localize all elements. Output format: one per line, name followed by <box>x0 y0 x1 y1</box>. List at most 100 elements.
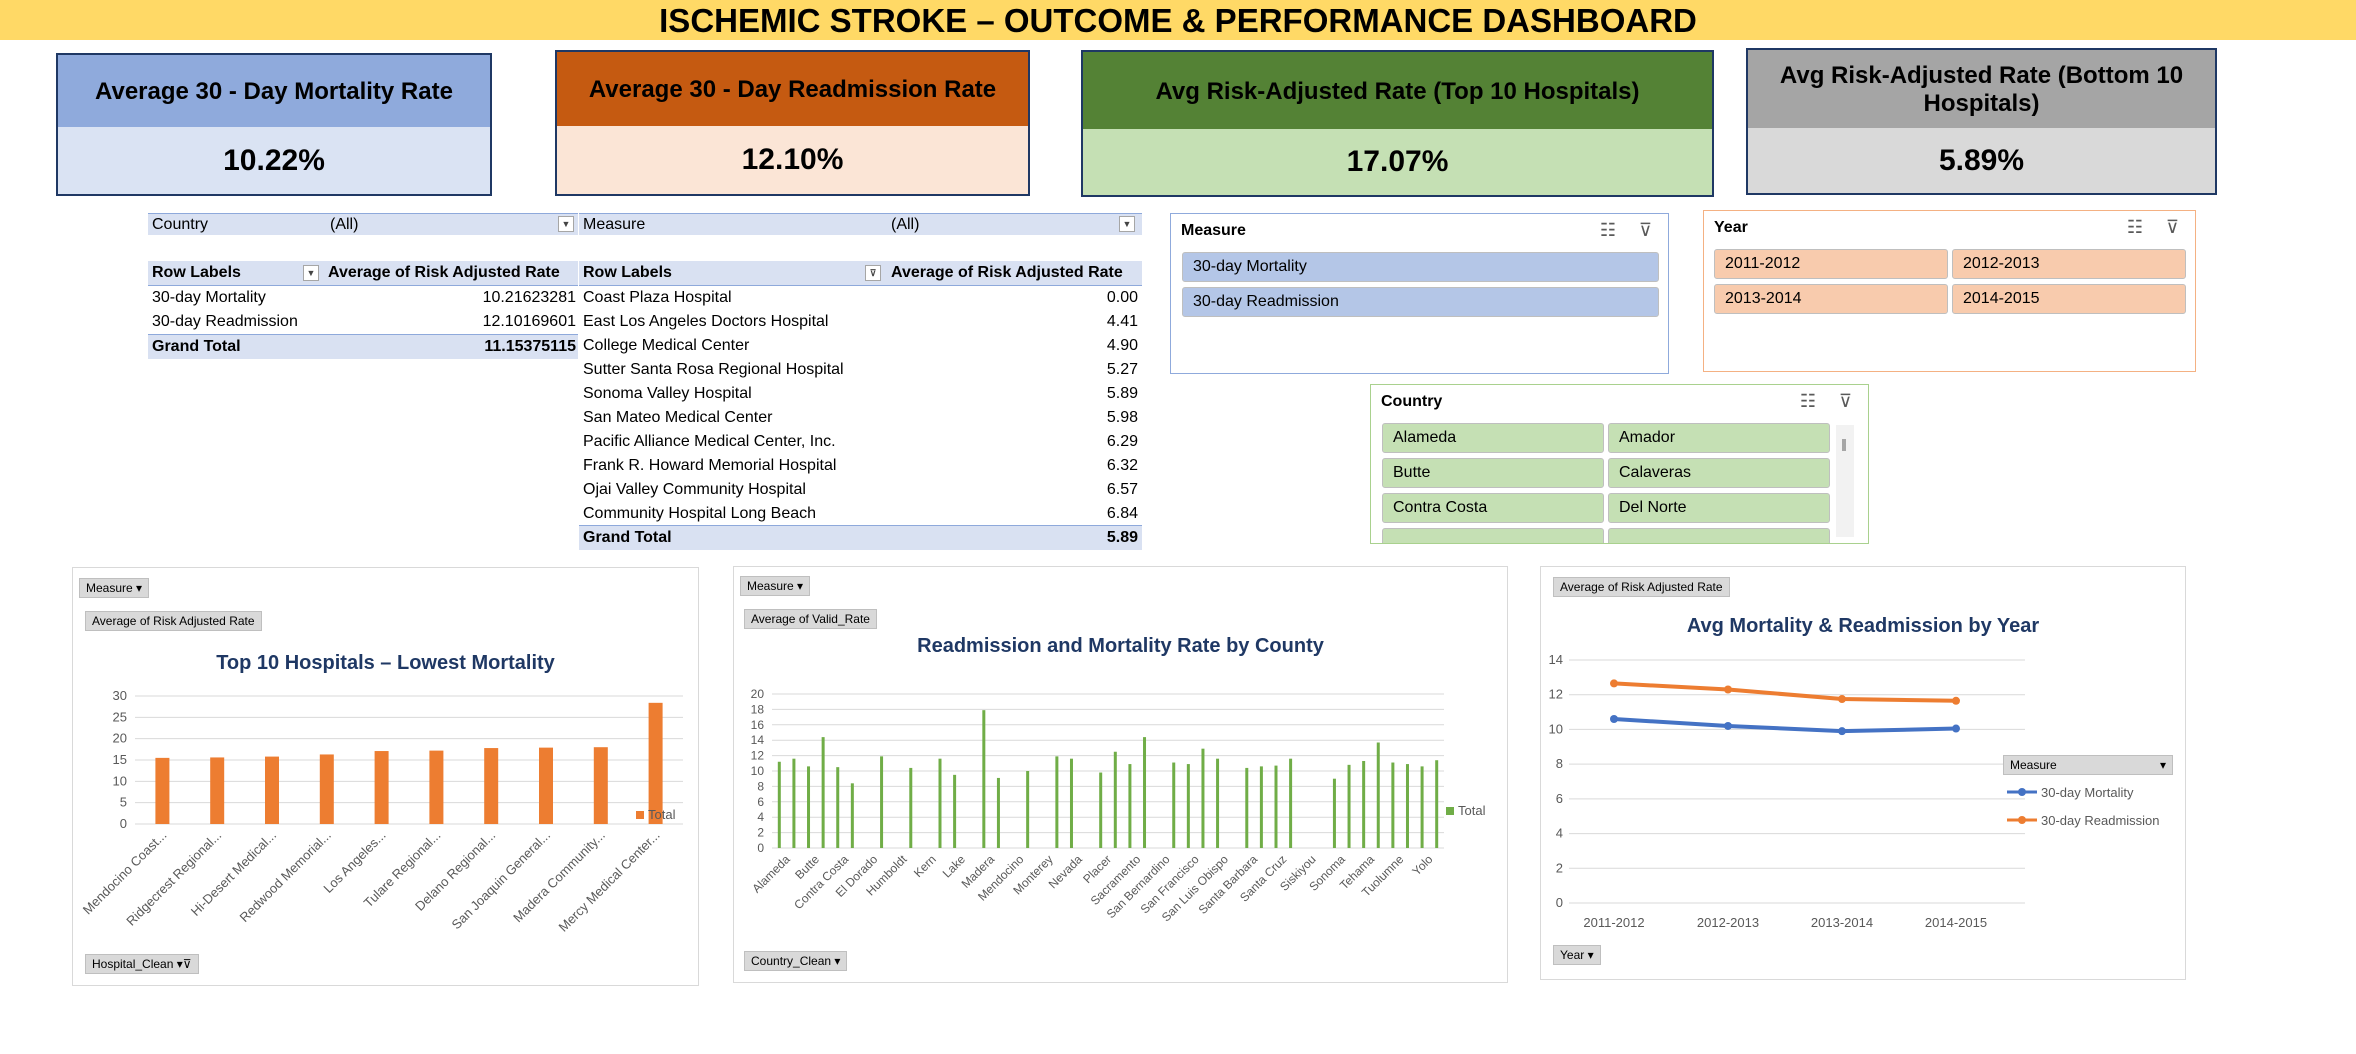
slicer-scrollbar[interactable] <box>1836 425 1854 537</box>
slicer-item-partial[interactable] <box>1608 528 1830 543</box>
slicer-item[interactable]: 2011-2012 <box>1714 249 1948 279</box>
data-point <box>1838 727 1846 736</box>
pivot2-row-value: 0.00 <box>1106 289 1138 306</box>
slicer-title: Country <box>1381 393 1443 410</box>
kpi-card-bottom10: Avg Risk-Adjusted Rate (Bottom 10 Hospit… <box>1746 48 2217 195</box>
slicer-item[interactable]: 2012-2013 <box>1952 249 2186 279</box>
bar <box>792 758 796 848</box>
slicer-item[interactable]: Alameda <box>1382 423 1604 453</box>
legend-swatch <box>636 811 644 819</box>
slicer-item[interactable]: 2014-2015 <box>1952 284 2186 314</box>
multi-select-icon[interactable]: ☷ <box>2127 217 2143 238</box>
legend-label: Total <box>648 807 676 822</box>
kpi-value: 5.89% <box>1748 128 2215 193</box>
chart2-axis-field-button[interactable]: Country_Clean ▾ <box>744 951 848 971</box>
chart3-legend-field-button[interactable]: Measure ▾ <box>2003 755 2173 775</box>
pivot2-row-value: 6.29 <box>1106 433 1138 450</box>
dropdown-arrow-icon: ▾ <box>834 954 841 968</box>
bar <box>1435 760 1439 848</box>
slicer-title: Year <box>1714 219 1748 236</box>
y-tick-label: 8 <box>757 779 764 793</box>
pivot1-filter-value: (All) <box>330 216 359 233</box>
bar <box>1332 778 1336 848</box>
pivot1-grand-total-row: Grand Total 11.15375115 <box>148 334 578 359</box>
y-tick-label: 15 <box>113 752 127 767</box>
y-tick-label: 10 <box>1549 721 1563 736</box>
bar <box>1362 760 1366 848</box>
pivot2-row-value: 5.27 <box>1106 361 1138 378</box>
pivot1-row: 30-day Readmission 12.10169601 <box>148 310 578 334</box>
y-tick-label: 12 <box>751 749 765 763</box>
x-tick-label: Redwood Memorial... <box>236 828 333 925</box>
slicer-item[interactable]: Calaveras <box>1608 458 1830 488</box>
pivot1-row-value: 12.10169601 <box>482 313 576 330</box>
bar <box>1113 751 1117 848</box>
data-point <box>1952 696 1960 705</box>
pivot2-row-label: College Medical Center <box>583 337 750 354</box>
filter-dropdown-icon[interactable]: ▼ <box>303 265 319 281</box>
slicer-item[interactable]: 2013-2014 <box>1714 284 1948 314</box>
bar <box>539 747 553 824</box>
slicer-item[interactable]: Amador <box>1608 423 1830 453</box>
kpi-label: Average 30 - Day Mortality Rate <box>58 55 490 131</box>
x-tick-label: Alameda <box>749 852 793 896</box>
legend-marker <box>2018 788 2026 796</box>
multi-select-icon[interactable]: ☷ <box>1600 220 1616 241</box>
data-point <box>1610 715 1618 724</box>
bar <box>996 777 1000 848</box>
pivot2-row: Community Hospital Long Beach 6.84 <box>579 502 1142 526</box>
pivot2-row: Sonoma Valley Hospital 5.89 <box>579 382 1142 406</box>
y-tick-label: 4 <box>757 810 764 824</box>
y-tick-label: 20 <box>751 687 765 701</box>
bar <box>319 754 334 824</box>
series-line <box>1613 681 1957 703</box>
pivot2-row-value: 6.57 <box>1106 481 1138 498</box>
bar <box>1245 767 1249 848</box>
y-tick-label: 6 <box>757 795 764 809</box>
scrollbar-thumb[interactable] <box>1842 439 1846 451</box>
chart3-axis-field-button[interactable]: Year ▾ <box>1553 945 1601 965</box>
slicer-item[interactable]: 30-day Readmission <box>1182 287 1659 317</box>
pivot2-row-value: 6.32 <box>1106 457 1138 474</box>
bar <box>938 758 942 848</box>
pivot2-row: Sutter Santa Rosa Regional Hospital 5.27 <box>579 358 1142 382</box>
clear-filter-icon[interactable]: ⊽ <box>1639 220 1652 241</box>
slicer-item[interactable]: Del Norte <box>1608 493 1830 523</box>
bar <box>1201 748 1205 848</box>
bar <box>982 710 986 848</box>
bar <box>1420 766 1424 848</box>
slicer-item[interactable]: Contra Costa <box>1382 493 1604 523</box>
slicer-item-partial[interactable] <box>1382 528 1604 543</box>
clear-filter-icon[interactable]: ⊽ <box>1839 391 1852 412</box>
chart1-axis-field-button[interactable]: Hospital_Clean ▾⊽ <box>85 954 199 974</box>
bar <box>1347 764 1351 848</box>
bar <box>1391 762 1395 848</box>
pivot2-row-value: 5.89 <box>1106 385 1138 402</box>
x-tick-label: 2012-2013 <box>1697 915 1759 930</box>
pivot2-filter-label: Measure <box>583 216 646 233</box>
chart1-plot: 051015202530Mendocino Coast...Ridgecrest… <box>80 688 683 935</box>
multi-select-icon[interactable]: ☷ <box>1800 391 1816 412</box>
filter-applied-icon: ▾⊽ <box>176 957 192 971</box>
kpi-value: 10.22% <box>58 127 490 194</box>
bar <box>909 767 913 848</box>
pivot2-filter-row: Measure (All) ▼ <box>579 213 1142 235</box>
dropdown-arrow-icon[interactable]: ▼ <box>1119 216 1135 232</box>
legend-label: Total <box>1458 803 1486 818</box>
y-tick-label: 2 <box>757 826 764 840</box>
bar <box>1143 737 1147 848</box>
clear-filter-icon[interactable]: ⊽ <box>2166 217 2179 238</box>
pivot2-row-label: Frank R. Howard Memorial Hospital <box>583 457 837 474</box>
filter-applied-icon[interactable]: ⊽ <box>865 265 881 281</box>
dropdown-arrow-icon: ▾ <box>1587 948 1594 962</box>
pivot1-header-row: Row Labels ▼ Average of Risk Adjusted Ra… <box>148 261 578 286</box>
button-label: Hospital_Clean <box>92 957 174 971</box>
dropdown-arrow-icon[interactable]: ▼ <box>558 216 574 232</box>
slicer-item[interactable]: 30-day Mortality <box>1182 252 1659 282</box>
data-point <box>1838 695 1846 704</box>
slicer-item[interactable]: Butte <box>1382 458 1604 488</box>
bar <box>1069 758 1073 848</box>
y-tick-label: 20 <box>113 731 127 746</box>
pivot2-row: Ojai Valley Community Hospital 6.57 <box>579 478 1142 502</box>
y-tick-label: 0 <box>757 841 764 855</box>
